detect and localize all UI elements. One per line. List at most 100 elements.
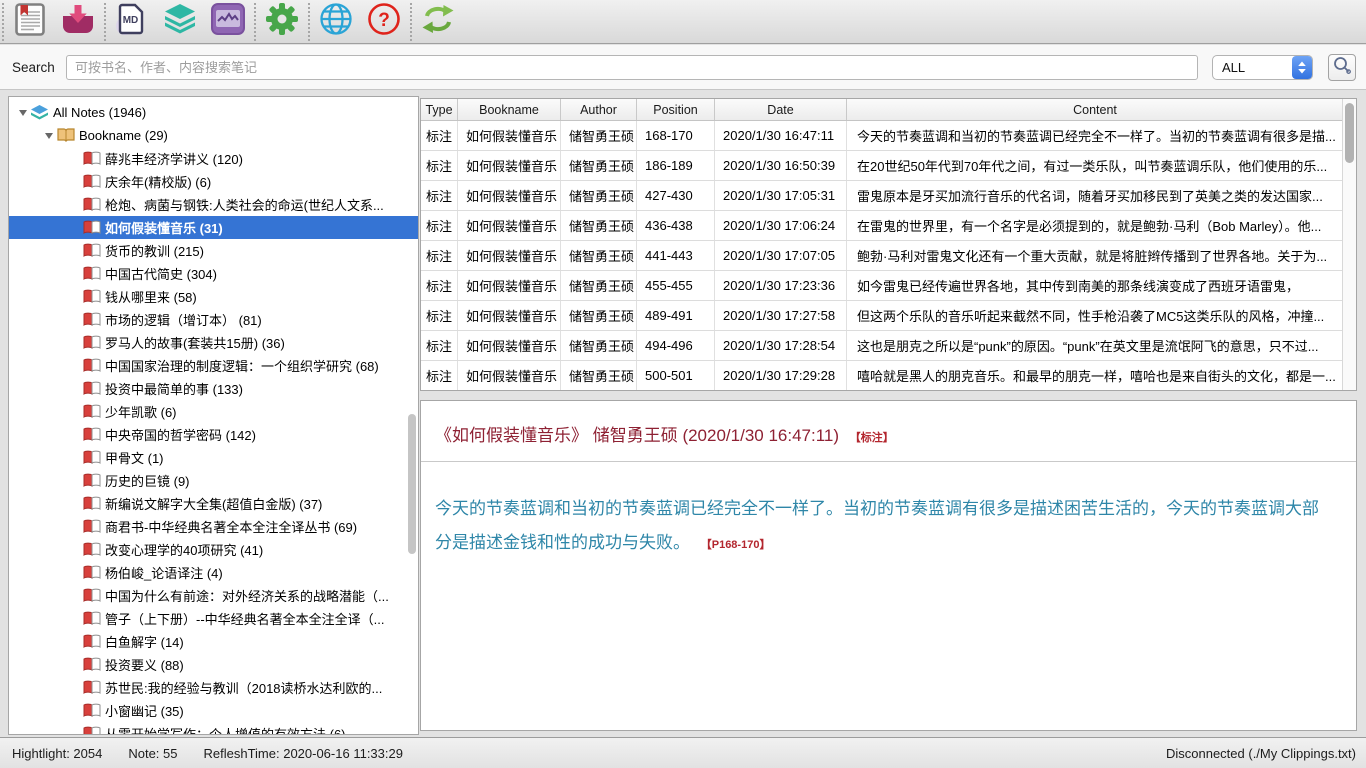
all-notes-icon (31, 105, 53, 120)
tree-item-5[interactable]: 如何假装懂音乐 (31) (9, 216, 418, 239)
table-row[interactable]: 标注如何假装懂音乐储智勇王硕436-4382020/1/30 17:06:24在… (421, 211, 1343, 241)
search-input[interactable] (66, 55, 1198, 80)
tree-item-20[interactable]: 杨伯峻_论语译注 (4) (9, 561, 418, 584)
search-scope-dropdown[interactable]: ALL (1212, 55, 1313, 80)
statistics-button[interactable] (204, 1, 252, 43)
note-content: 今天的节奏蓝调和当初的节奏蓝调已经完全不一样了。当初的节奏蓝调有很多是描述困苦生… (421, 462, 1356, 562)
tree-item-22[interactable]: 管子（上下册）--中华经典名著全本全注全译（... (9, 607, 418, 630)
tree-item-15[interactable]: 甲骨文 (1) (9, 446, 418, 469)
tree-item-6[interactable]: 货币的教训 (215) (9, 239, 418, 262)
book-icon (83, 634, 105, 649)
cell-date: 2020/1/30 16:47:11 (715, 121, 847, 150)
notes-table-panel: TypeBooknameAuthorPositionDateContent 标注… (420, 98, 1357, 391)
status-bar: Hightlight: 2054 Note: 55 RefleshTime: 2… (0, 737, 1366, 768)
cell-bookname: 如何假装懂音乐 (458, 331, 561, 360)
tree-item-23[interactable]: 白鱼解字 (14) (9, 630, 418, 653)
tree-item-27[interactable]: 从零开始学写作：个人增值的有效方法 (6) (9, 722, 418, 735)
svg-text:MD: MD (123, 15, 139, 26)
tree-item-17[interactable]: 新编说文解字大全集(超值白金版) (37) (9, 492, 418, 515)
tree-item-13[interactable]: 少年凯歌 (6) (9, 400, 418, 423)
cell-position: 427-430 (637, 181, 715, 210)
tree-item-label: 小窗幽记 (35) (105, 701, 188, 720)
tree-item-14[interactable]: 中央帝国的哲学密码 (142) (9, 423, 418, 446)
tree-item-11[interactable]: 中国国家治理的制度逻辑：一个组织学研究 (68) (9, 354, 418, 377)
cell-position: 489-491 (637, 301, 715, 330)
disclosure-triangle-icon[interactable] (41, 133, 57, 139)
cell-bookname: 如何假装懂音乐 (458, 241, 561, 270)
table-row[interactable]: 标注如何假装懂音乐储智勇王硕441-4432020/1/30 17:07:05鲍… (421, 241, 1343, 271)
column-header-bookname[interactable]: Bookname (458, 99, 561, 120)
chevron-up-down-icon (1292, 56, 1312, 79)
tree-item-7[interactable]: 中国古代简史 (304) (9, 262, 418, 285)
book-icon (83, 197, 105, 212)
tree-item-label: 罗马人的故事(套装共15册) (36) (105, 333, 289, 352)
tree-item-label: 少年凯歌 (6) (105, 402, 181, 421)
tree-item-16[interactable]: 历史的巨镜 (9) (9, 469, 418, 492)
import-button[interactable] (54, 1, 102, 43)
tree-item-1[interactable]: Bookname (29) (9, 124, 418, 147)
column-header-position[interactable]: Position (637, 99, 715, 120)
table-row[interactable]: 标注如何假装懂音乐储智勇王硕186-1892020/1/30 16:50:39在… (421, 151, 1343, 181)
note-title: 《如何假装懂音乐》 储智勇王硕 (2020/1/30 16:47:11) 【标注… (421, 401, 1356, 446)
settings-button[interactable] (258, 1, 306, 43)
cell-content: 如今雷鬼已经传遍世界各地，其中传到南美的那条线演变成了西班牙语雷鬼， (847, 271, 1343, 300)
cell-bookname: 如何假装懂音乐 (458, 301, 561, 330)
refresh-button[interactable] (414, 1, 462, 43)
tree-item-26[interactable]: 小窗幽记 (35) (9, 699, 418, 722)
tree-item-18[interactable]: 商君书-中华经典名著全本全注全译丛书 (69) (9, 515, 418, 538)
table-row[interactable]: 标注如何假装懂音乐储智勇王硕455-4552020/1/30 17:23:36如… (421, 271, 1343, 301)
column-header-date[interactable]: Date (715, 99, 847, 120)
notes-button[interactable] (6, 1, 54, 43)
tree-item-4[interactable]: 枪炮、病菌与钢铁:人类社会的命运(世纪人文系... (9, 193, 418, 216)
tree-item-24[interactable]: 投资要义 (88) (9, 653, 418, 676)
search-go-button[interactable] (1328, 54, 1356, 81)
table-row[interactable]: 标注如何假装懂音乐储智勇王硕489-4912020/1/30 17:27:58但… (421, 301, 1343, 331)
book-icon (83, 289, 105, 304)
tree-item-9[interactable]: 市场的逻辑（增订本） (81) (9, 308, 418, 331)
tree-item-0[interactable]: All Notes (1946) (9, 101, 418, 124)
markdown-export-button[interactable]: MD (108, 1, 156, 43)
table-row[interactable]: 标注如何假装懂音乐储智勇王硕500-5012020/1/30 17:29:28嘻… (421, 361, 1343, 391)
table-row[interactable]: 标注如何假装懂音乐储智勇王硕494-4962020/1/30 17:28:54这… (421, 331, 1343, 361)
cell-bookname: 如何假装懂音乐 (458, 121, 561, 150)
tree-item-2[interactable]: 薛兆丰经济学讲义 (120) (9, 147, 418, 170)
cell-position: 168-170 (637, 121, 715, 150)
book-icon (83, 680, 105, 695)
tree-item-3[interactable]: 庆余年(精校版) (6) (9, 170, 418, 193)
web-button[interactable] (312, 1, 360, 43)
tree-item-label: 商君书-中华经典名著全本全注全译丛书 (69) (105, 517, 361, 536)
tree-item-25[interactable]: 苏世民:我的经验与教训（2018读桥水达利欧的... (9, 676, 418, 699)
book-icon (83, 450, 105, 465)
tree-item-label: 庆余年(精校版) (6) (105, 172, 215, 191)
table-row[interactable]: 标注如何假装懂音乐储智勇王硕168-1702020/1/30 16:47:11今… (421, 121, 1343, 151)
cell-position: 494-496 (637, 331, 715, 360)
column-header-type[interactable]: Type (421, 99, 458, 120)
column-header-author[interactable]: Author (561, 99, 637, 120)
cell-bookname: 如何假装懂音乐 (458, 181, 561, 210)
cell-date: 2020/1/30 17:23:36 (715, 271, 847, 300)
tree-item-12[interactable]: 投资中最简单的事 (133) (9, 377, 418, 400)
help-button[interactable]: ? (360, 1, 408, 43)
table-scrollbar[interactable] (1342, 99, 1356, 390)
tree-item-21[interactable]: 中国为什么有前途：对外经济关系的战略潜能（... (9, 584, 418, 607)
tree-item-label: 中国国家治理的制度逻辑：一个组织学研究 (68) (105, 356, 383, 375)
tree-item-10[interactable]: 罗马人的故事(套装共15册) (36) (9, 331, 418, 354)
import-download-icon (61, 4, 95, 39)
cell-content: 鲍勃·马利对雷鬼文化还有一个重大贡献，就是将脏辫传播到了世界各地。关于为... (847, 241, 1343, 270)
disclosure-triangle-icon[interactable] (15, 110, 31, 116)
book-icon (83, 726, 105, 735)
column-header-content[interactable]: Content (847, 99, 1343, 120)
tree-item-label: 枪炮、病菌与钢铁:人类社会的命运(世纪人文系... (105, 195, 388, 214)
table-row[interactable]: 标注如何假装懂音乐储智勇王硕427-4302020/1/30 17:05:31雷… (421, 181, 1343, 211)
tree-item-19[interactable]: 改变心理学的40项研究 (41) (9, 538, 418, 561)
cell-date: 2020/1/30 17:06:24 (715, 211, 847, 240)
tree-item-label: 薛兆丰经济学讲义 (120) (105, 149, 247, 168)
tree-scrollbar[interactable] (408, 414, 416, 554)
note-position-tag: 【P168-170】 (701, 539, 771, 551)
tree-item-8[interactable]: 钱从哪里来 (58) (9, 285, 418, 308)
refresh-sync-icon (420, 3, 456, 40)
note-count: Note: 55 (128, 746, 177, 761)
layers-export-button[interactable] (156, 1, 204, 43)
table-scrollbar-thumb[interactable] (1345, 103, 1354, 163)
web-globe-icon (319, 2, 353, 41)
